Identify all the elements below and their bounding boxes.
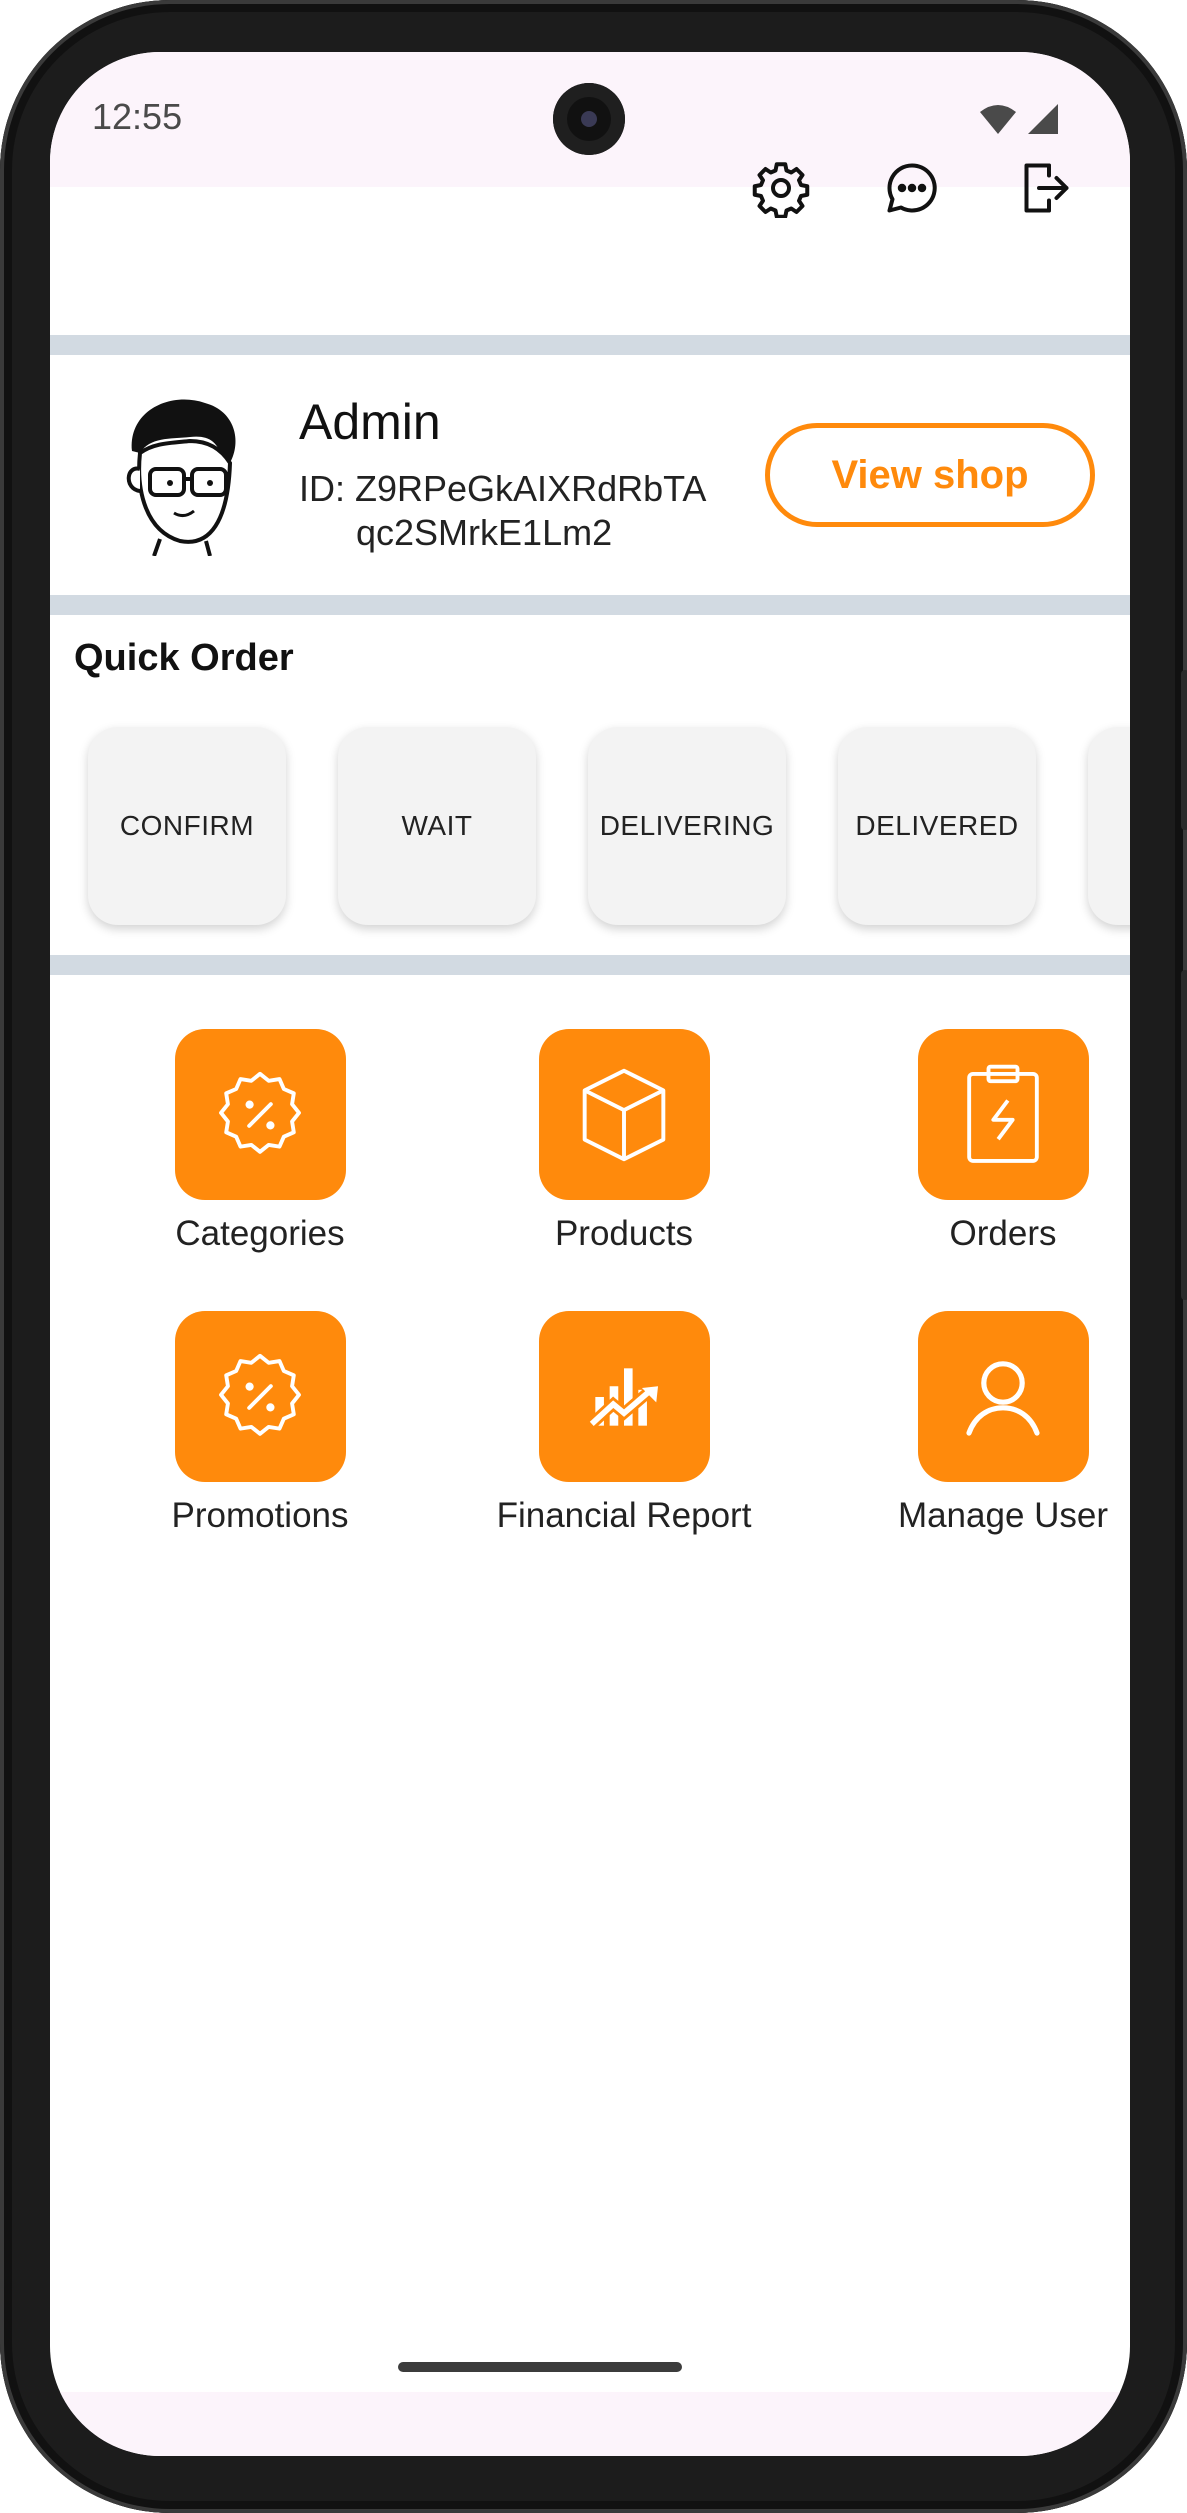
status-time: 12:55 [92,96,183,137]
menu-promotions[interactable]: Promotions [90,1311,430,1536]
admin-id-line2: qc2SMrkE1Lm2 [356,512,613,553]
phone-frame: 12:55 Admin ID: Z9RPeGkAIXRdRbTA qc2SMrk… [0,0,1187,2513]
chart-trend-icon [587,1367,659,1428]
menu-products[interactable]: Products [454,1029,794,1254]
menu-label: Products [554,1214,694,1253]
quick-order-list: CONFIRM WAIT DELIVERING DELIVERED [88,727,1130,925]
user-icon [966,1360,1040,1436]
messages-button[interactable] [880,156,944,220]
logout-icon [1024,163,1069,213]
power-button [1181,970,1187,1300]
nav-bar [50,2392,1130,2456]
quick-order-delivering[interactable]: DELIVERING [588,727,786,925]
admin-name: Admin [299,394,441,450]
signal-icon [1028,104,1058,134]
status-bar: 12:55 [50,52,1130,187]
screen: 12:55 Admin ID: Z9RPeGkAIXRdRbTA qc2SMrk… [50,52,1130,2456]
quick-order-delivered[interactable]: DELIVERED [838,727,1036,925]
quick-order-section: Quick Order CONFIRM WAIT DELIVERING DELI… [50,615,1130,955]
menu-label: Orders [949,1214,1057,1253]
top-action-bar [50,187,1130,335]
quick-order-confirm[interactable]: CONFIRM [88,727,286,925]
view-shop-button[interactable]: View shop [765,423,1095,527]
volume-button [1181,670,1187,830]
quick-order-title: Quick Order [74,637,294,679]
section-divider [50,955,1130,975]
menu-manage-user[interactable]: Manage User [833,1311,1130,1536]
menu-orders[interactable]: Orders [833,1029,1130,1254]
menu-label: Manage User [897,1496,1109,1535]
quick-order-more[interactable] [1088,727,1130,925]
admin-id-line1: ID: Z9RPeGkAIXRdRbTA [299,468,707,509]
settings-button[interactable] [749,156,813,220]
quick-order-wait[interactable]: WAIT [338,727,536,925]
box-icon [582,1068,666,1161]
home-indicator[interactable] [398,2362,682,2372]
menu-label: Categories [175,1214,345,1253]
gear-icon [752,162,810,218]
avatar [126,399,236,556]
front-camera [553,83,625,155]
logout-button[interactable] [1012,156,1076,220]
menu-label: Financial Report [496,1496,752,1535]
wifi-icon [980,105,1016,134]
section-divider [50,595,1130,615]
menu-categories[interactable]: Categories [90,1029,430,1254]
section-divider [50,335,1130,355]
chat-icon [887,163,937,213]
admin-id: ID: Z9RPeGkAIXRdRbTA qc2SMrkE1Lm2 [299,467,739,555]
profile-card: Admin ID: Z9RPeGkAIXRdRbTA qc2SMrkE1Lm2 … [50,355,1130,595]
clipboard-icon [967,1064,1039,1163]
menu-financial-report[interactable]: Financial Report [454,1311,794,1536]
badge-percent-icon [219,1071,301,1154]
menu-label: Promotions [171,1496,349,1535]
badge-percent-icon [219,1353,301,1436]
